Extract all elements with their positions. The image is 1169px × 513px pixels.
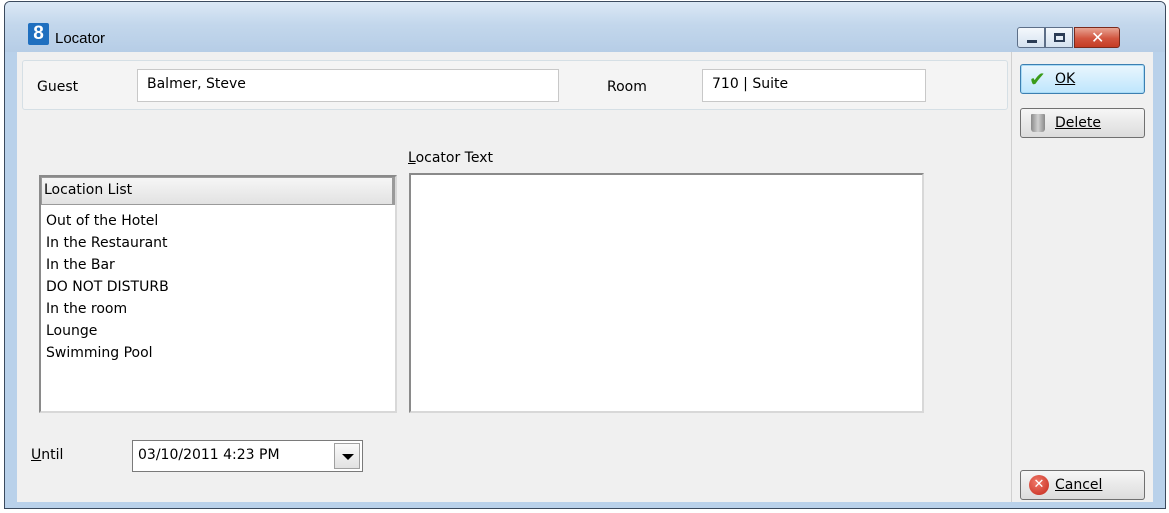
until-value: 03/10/2011 4:23 PM xyxy=(138,447,280,463)
check-icon: ✔ xyxy=(1029,67,1046,91)
room-label: Room xyxy=(607,79,647,95)
action-panel: ✔ OK Delete ✕ Cancel xyxy=(1011,52,1153,502)
locator-window: 8 Locator ✕ Guest Balmer, Steve Room 710… xyxy=(4,1,1166,509)
location-list-items: Out of the Hotel In the Restaurant In th… xyxy=(46,210,169,364)
dialog-body: Guest Balmer, Steve Room 710 | Suite Loc… xyxy=(17,52,1153,502)
close-icon: ✕ xyxy=(1091,28,1105,47)
list-item[interactable]: In the room xyxy=(46,298,169,320)
maximize-button[interactable] xyxy=(1045,27,1073,48)
list-item[interactable]: Out of the Hotel xyxy=(46,210,169,232)
dropdown-button[interactable] xyxy=(334,443,360,469)
delete-button-label: Delete xyxy=(1055,115,1101,131)
ok-button[interactable]: ✔ OK xyxy=(1020,64,1145,94)
locator-text-label-rest: ocator Text xyxy=(415,150,493,166)
guest-room-group: Guest Balmer, Steve Room 710 | Suite xyxy=(22,60,1008,110)
minimize-button[interactable] xyxy=(1017,27,1045,48)
location-list[interactable]: Location List Out of the Hotel In the Re… xyxy=(39,175,397,413)
delete-button[interactable]: Delete xyxy=(1020,108,1145,138)
location-list-header[interactable]: Location List xyxy=(41,177,395,205)
until-label-accel: U xyxy=(31,447,42,463)
list-item[interactable]: Lounge xyxy=(46,320,169,342)
locator-text-label-accel: L xyxy=(408,150,416,166)
close-button[interactable]: ✕ xyxy=(1074,27,1120,48)
list-item[interactable]: Swimming Pool xyxy=(46,342,169,364)
trash-icon xyxy=(1031,114,1045,132)
until-label-rest: ntil xyxy=(41,447,64,463)
title-bar[interactable]: 8 Locator ✕ xyxy=(5,2,1165,52)
locator-text-area[interactable] xyxy=(409,173,924,413)
chevron-down-icon xyxy=(342,454,354,460)
guest-label: Guest xyxy=(37,79,79,95)
app-icon: 8 xyxy=(28,23,49,45)
until-label: Until xyxy=(31,447,63,463)
list-item[interactable]: In the Restaurant xyxy=(46,232,169,254)
cancel-icon: ✕ xyxy=(1029,475,1049,495)
minimize-icon xyxy=(1027,40,1037,43)
cancel-button-label: Cancel xyxy=(1055,477,1103,493)
list-item[interactable]: In the Bar xyxy=(46,254,169,276)
locator-text-label: Locator Text xyxy=(408,150,493,166)
until-datetime-picker[interactable]: 03/10/2011 4:23 PM xyxy=(132,440,363,472)
cancel-button[interactable]: ✕ Cancel xyxy=(1020,470,1145,500)
maximize-icon xyxy=(1054,33,1065,42)
room-field[interactable]: 710 | Suite xyxy=(702,69,926,102)
ok-button-label: OK xyxy=(1055,71,1076,87)
list-item[interactable]: DO NOT DISTURB xyxy=(46,276,169,298)
window-title: Locator xyxy=(55,30,106,47)
guest-field[interactable]: Balmer, Steve xyxy=(137,69,559,102)
